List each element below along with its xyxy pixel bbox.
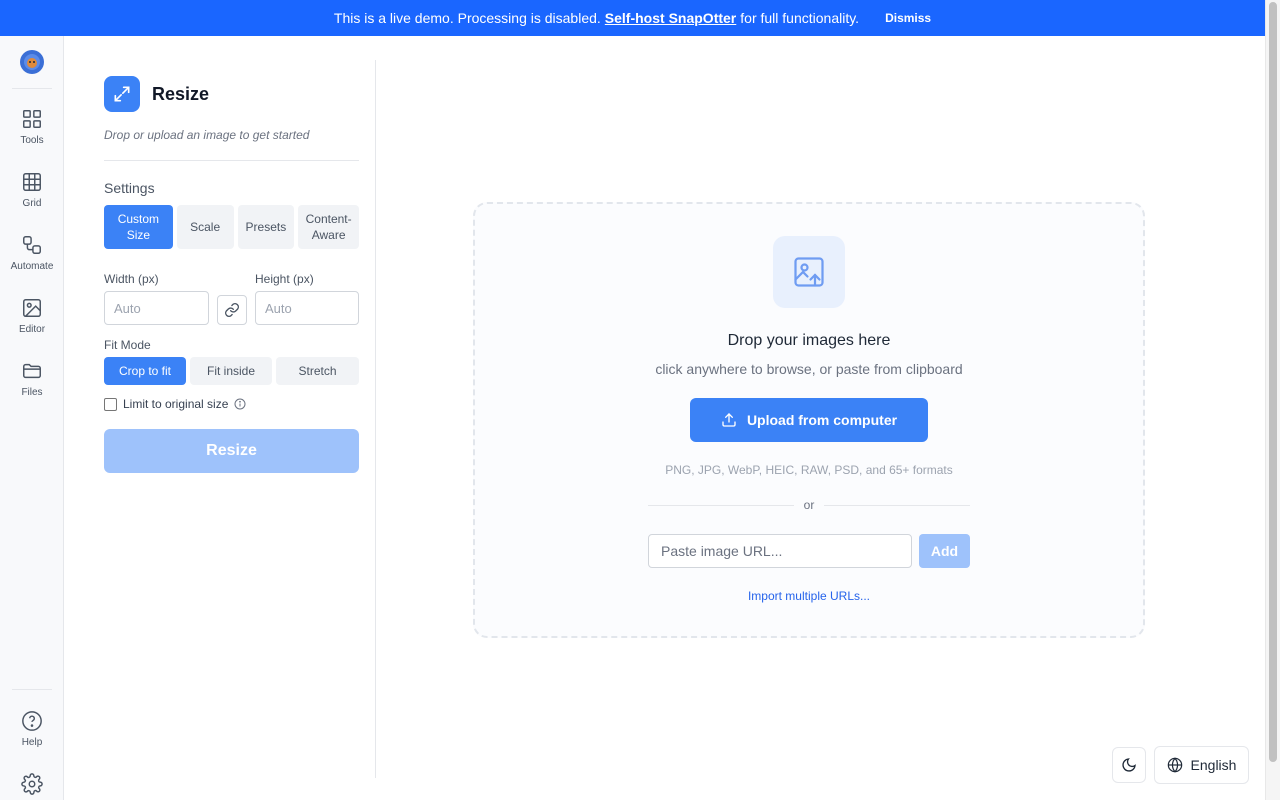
page-scrollbar[interactable] <box>1265 0 1280 800</box>
dismiss-button[interactable]: Dismiss <box>885 11 931 25</box>
globe-icon <box>1167 757 1182 773</box>
lock-aspect-button[interactable] <box>217 295 247 325</box>
rail-item-label: Grid <box>22 198 42 209</box>
import-multiple-urls-link[interactable]: Import multiple URLs... <box>475 589 1143 603</box>
tool-header: Resize <box>104 76 209 112</box>
limit-original-checkbox[interactable] <box>104 397 117 411</box>
moon-icon <box>1122 758 1136 772</box>
theme-toggle-button[interactable] <box>1112 747 1146 783</box>
height-label: Height (px) <box>255 272 314 286</box>
resize-mode-tabs: Custom Size Scale Presets Content-Aware <box>104 205 359 249</box>
folder-icon <box>23 363 41 379</box>
resize-tool-icon <box>104 76 140 112</box>
rail-item-editor[interactable]: Editor <box>0 297 64 353</box>
add-url-button[interactable]: Add <box>919 534 970 568</box>
or-line-right <box>824 504 971 506</box>
limit-original-row: Limit to original size <box>104 397 246 411</box>
image-url-input[interactable] <box>648 534 912 568</box>
expand-arrows-icon <box>114 86 130 102</box>
dropzone-icon-tile <box>773 236 845 308</box>
image-upload-icon <box>794 257 824 287</box>
rail-item-tools[interactable]: Tools <box>0 108 64 164</box>
dropzone-title: Drop your images here <box>727 332 891 349</box>
upload-button[interactable]: Upload from computer <box>690 398 928 442</box>
page-title: Resize <box>152 83 210 104</box>
self-host-link[interactable]: Self-host SnapOtter <box>605 10 736 26</box>
app-logo[interactable] <box>20 50 44 74</box>
tab-custom-size[interactable]: Custom Size <box>104 205 173 249</box>
scrollbar-thumb[interactable] <box>1269 2 1277 762</box>
rail-item-help[interactable]: Help <box>0 710 64 766</box>
grid-2x2-icon <box>23 110 41 128</box>
rail-item-files[interactable]: Files <box>0 360 64 416</box>
upload-button-label: Upload from computer <box>746 412 898 428</box>
fit-option-crop[interactable]: Crop to fit <box>104 357 186 385</box>
rail-item-label: Help <box>21 737 43 748</box>
rail-item-label: Tools <box>20 135 44 146</box>
tool-subtitle: Drop or upload an image to get started <box>104 128 310 142</box>
rail-item-label: Files <box>21 387 43 398</box>
width-input[interactable] <box>104 291 209 325</box>
width-label: Width (px) <box>104 272 159 286</box>
resize-button[interactable]: Resize <box>104 429 359 473</box>
rail-divider <box>12 88 52 89</box>
gear-icon <box>21 773 43 795</box>
rail-item-label: Automate <box>10 261 54 272</box>
limit-original-label[interactable]: Limit to original size <box>123 397 228 411</box>
demo-banner: This is a live demo. Processing is disab… <box>0 0 1265 36</box>
banner-text: This is a live demo. Processing is disab… <box>333 10 601 26</box>
fit-mode-label: Fit Mode <box>104 338 151 352</box>
info-icon[interactable] <box>234 398 246 410</box>
rail-item-settings[interactable] <box>0 773 64 800</box>
settings-panel: Resize Drop or upload an image to get st… <box>64 36 376 800</box>
panel-divider <box>104 160 359 161</box>
banner-text-after: for full functionality. <box>740 10 860 26</box>
language-label: English <box>1190 757 1237 773</box>
or-text: or <box>803 498 815 512</box>
link-icon <box>225 303 239 317</box>
upload-icon <box>722 413 736 427</box>
tab-content-aware[interactable]: Content-Aware <box>298 205 359 249</box>
fit-mode-options: Crop to fit Fit inside Stretch <box>104 357 359 385</box>
panel-border <box>375 60 376 778</box>
fit-option-stretch[interactable]: Stretch <box>276 357 359 385</box>
language-selector[interactable]: English <box>1154 746 1249 784</box>
left-rail: Tools Grid Automate Editor Files Help <box>0 36 64 800</box>
otter-logo-icon <box>24 54 40 70</box>
image-dropzone[interactable]: Drop your images here click anywhere to … <box>473 202 1145 638</box>
tab-scale[interactable]: Scale <box>176 205 234 249</box>
image-edit-icon <box>23 299 41 317</box>
or-line-left <box>648 504 794 506</box>
height-input[interactable] <box>255 291 359 325</box>
rail-item-grid[interactable]: Grid <box>0 171 64 227</box>
fit-option-inside[interactable]: Fit inside <box>190 357 272 385</box>
help-circle-icon <box>22 711 42 731</box>
supported-formats: PNG, JPG, WebP, HEIC, RAW, PSD, and 65+ … <box>665 463 953 477</box>
tab-presets[interactable]: Presets <box>237 205 295 249</box>
rail-item-label: Editor <box>18 324 46 335</box>
or-divider: or <box>648 498 971 512</box>
rail-divider-bottom <box>12 689 52 690</box>
rail-item-automate[interactable]: Automate <box>0 234 64 290</box>
settings-label: Settings <box>104 180 155 196</box>
workflow-icon <box>23 236 41 254</box>
dropzone-subtitle: click anywhere to browse, or paste from … <box>655 361 963 377</box>
grid-3x3-icon <box>23 173 41 191</box>
